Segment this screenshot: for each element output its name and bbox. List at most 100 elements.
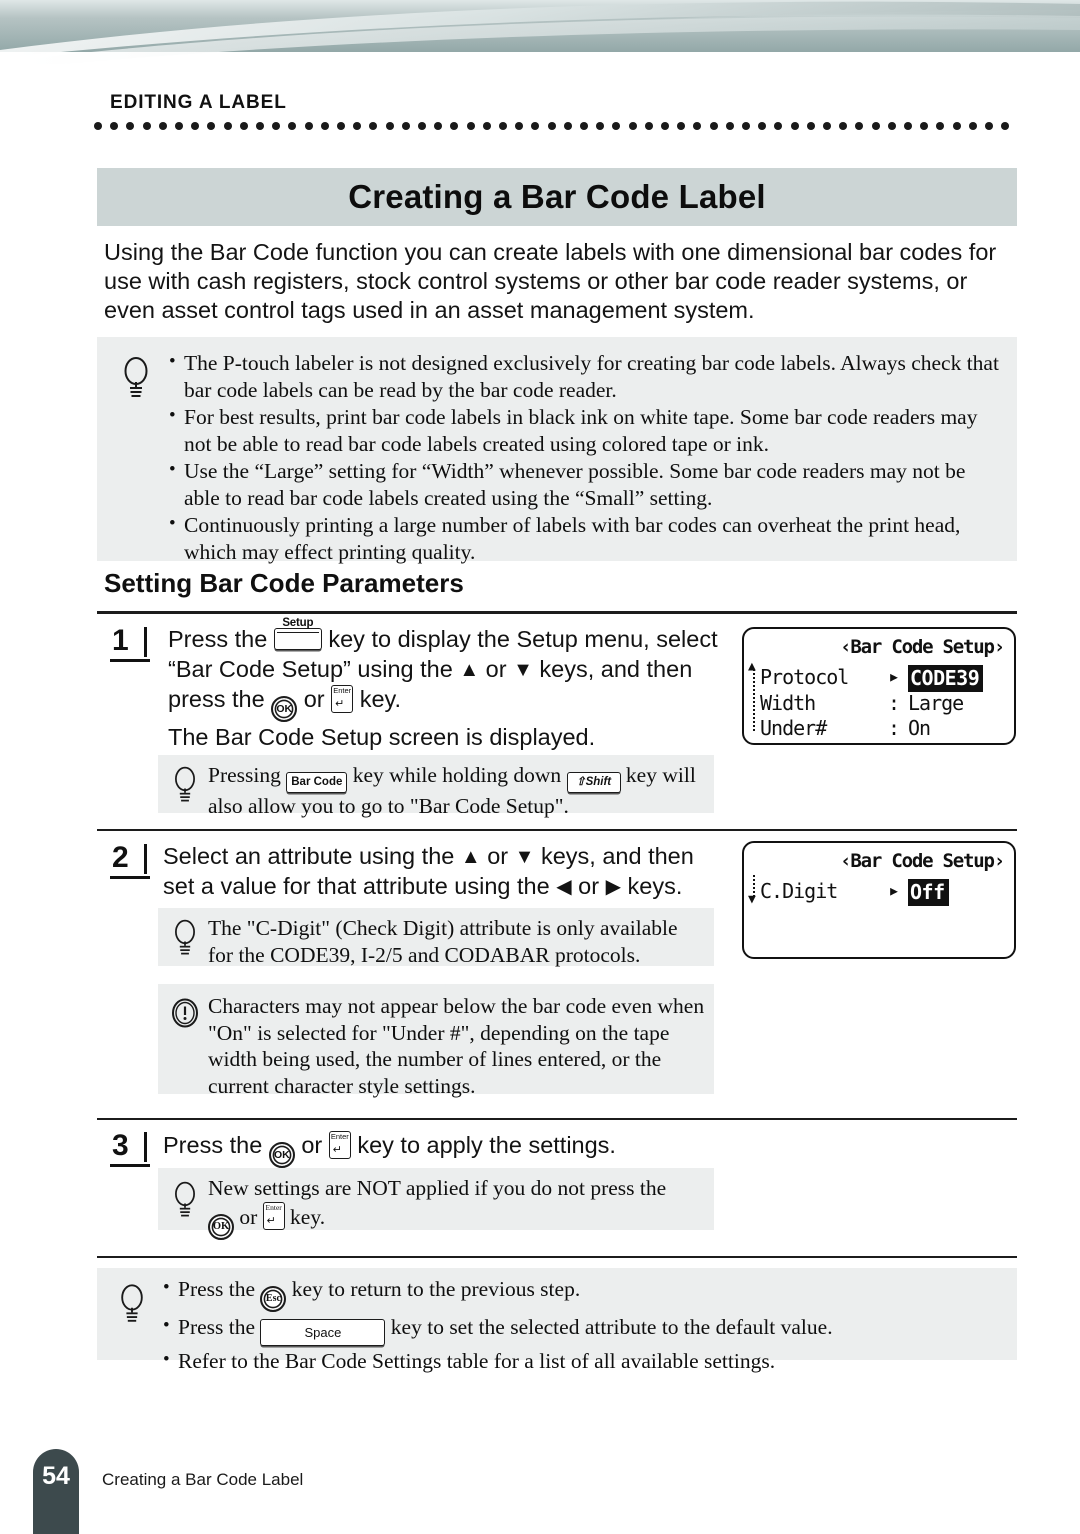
conjunction-or: or [485,656,507,682]
conjunction-or: or [578,873,600,899]
divider-dot [499,122,507,130]
step3-note-box: New settings are NOT applied if you do n… [158,1168,714,1240]
divider-dot [920,122,929,130]
setup-key-icon[interactable]: Setup [273,617,322,650]
divider-dot [904,122,912,130]
divider-dot [580,122,588,130]
divider-dot [709,122,718,130]
lcd-cursor-icon: ▸ [888,664,900,688]
divider-dot [952,122,961,130]
divider-dot [661,122,669,130]
arrow-right-icon[interactable]: ▶ [606,877,621,897]
step3-note-body: New settings are NOT applied if you do n… [208,1174,706,1240]
lcd-row-value: On [908,716,931,740]
step-2-label: 2 [112,841,129,874]
enter-key-label: Enter [330,1132,349,1141]
step-number-2: 2 [110,841,150,883]
lcd-row-label: Under# [760,716,827,740]
note-item: For best results, print bar code labels … [167,403,1005,457]
divider-dot [968,122,977,130]
divider-dot [563,122,572,130]
ok-key-icon[interactable]: OK [271,696,298,722]
note-line2b: key. [290,1204,326,1229]
step-bracket-vertical [144,844,147,874]
step-2-line2b: keys. [627,873,683,899]
enter-key-icon[interactable]: Enter ↵ [328,1131,351,1159]
lcd-row-value: Off [908,879,949,906]
step-2-line1b: keys, and then [540,843,694,869]
note-line1: New settings are NOT applied if you do n… [208,1176,667,1200]
divider-dot [337,122,345,130]
setup-key-label: Setup [282,617,314,629]
divider-dot [126,122,135,130]
lcd-row-label: C.Digit [760,879,838,903]
step-bracket-horizontal [110,659,150,662]
lcd-row: C.Digit ▸ Off [760,878,1008,906]
divider-dot [158,122,167,130]
lightbulb-icon [103,1275,161,1353]
conjunction-or: or [301,1132,323,1158]
divider-dot [239,122,248,130]
arrow-up-icon[interactable]: ▲ [461,847,481,867]
shift-key-icon[interactable]: ⇧Shift [566,772,621,793]
step-1-label: 1 [112,624,129,657]
arrow-up-icon[interactable]: ▲ [459,660,479,680]
lcd-row-value: CODE39 [908,665,984,692]
bar-code-key-icon[interactable]: Bar Code [286,772,348,793]
divider-dot [758,122,767,130]
divider-dot [855,122,864,130]
enter-key-icon[interactable]: Enter ↵ [331,685,354,713]
step1-note-box: Pressing Bar Code key while holding down… [158,755,714,818]
decorative-header-banner [0,0,1080,72]
divider-dot [304,122,313,130]
intro-paragraph: Using the Bar Code function you can crea… [104,239,997,323]
note-item: Refer to the Bar Code Settings table for… [161,1347,1007,1375]
divider-dot [401,122,410,130]
lcd-row: Under# : On [760,716,1008,742]
bottom-notes-box: Press the Esc key to return to the previ… [97,1268,1017,1373]
lcd-screen-protocol: ‹Bar Code Setup› ▲ Protocol ▸ CODE39 Wid… [742,627,1016,745]
arrow-down-icon[interactable]: ▼ [515,847,535,867]
bottom-item1a: Press the [178,1277,256,1301]
note-item: Use the “Large” setting for “Width” when… [167,457,1005,511]
step-3-text: Press the OK or Enter ↵ key to apply the… [163,1130,763,1168]
step2-note-body: The "C-Digit" (Check Digit) attribute is… [208,916,678,967]
step-1-line1b: key to display the Setup menu, select [328,626,718,652]
divider-dot [110,122,119,130]
divider-dot [256,122,264,130]
step-3-line1a: Press the [163,1132,263,1158]
step2-warning-body: Characters may not appear below the bar … [208,994,705,1098]
divider-dot [434,122,443,130]
divider-dot [223,122,232,130]
arrow-down-icon[interactable]: ▼ [513,660,533,680]
lcd-row-label: Protocol [760,665,849,689]
step2-rule [97,829,1017,831]
divider-dot [677,122,686,130]
lcd-cursor-icon: ▸ [888,878,900,902]
divider-dot [644,122,653,130]
ok-key-icon[interactable]: OK [208,1213,234,1240]
esc-key-icon[interactable]: Esc [260,1286,287,1312]
conjunction-or: or [239,1204,258,1229]
enter-arrow-glyph: ↵ [335,698,345,710]
divider-dot [612,122,621,130]
ok-key-icon[interactable]: OK [268,1142,295,1168]
step-1-line4: The Bar Code Setup screen is displayed. [168,724,596,750]
step-number-1: 1 [110,624,150,666]
arrow-left-icon[interactable]: ◀ [556,877,571,897]
running-head: EDITING A LABEL [110,92,287,113]
lcd-row-value: Large [908,691,964,715]
step-1-line3b: key. [359,686,402,712]
space-key-icon[interactable]: Space [260,1319,386,1346]
divider-dot [207,122,216,130]
divider-dot [385,122,394,130]
enter-arrow-glyph: ↵ [332,1144,342,1156]
section-rule [97,611,1017,614]
step-1-line2a: “Bar Code Setup” using the [168,656,453,682]
lcd-screen-cdigit: ‹Bar Code Setup› ▼ C.Digit ▸ Off [742,841,1016,959]
note-item: Press the Space key to set the selected … [161,1313,1007,1346]
note-line2: also allow you to go to "Bar Code Setup"… [208,794,569,818]
enter-key-label: Enter [265,1202,282,1212]
enter-key-icon[interactable]: Enter ↵ [262,1201,285,1230]
divider-dot [596,122,605,130]
